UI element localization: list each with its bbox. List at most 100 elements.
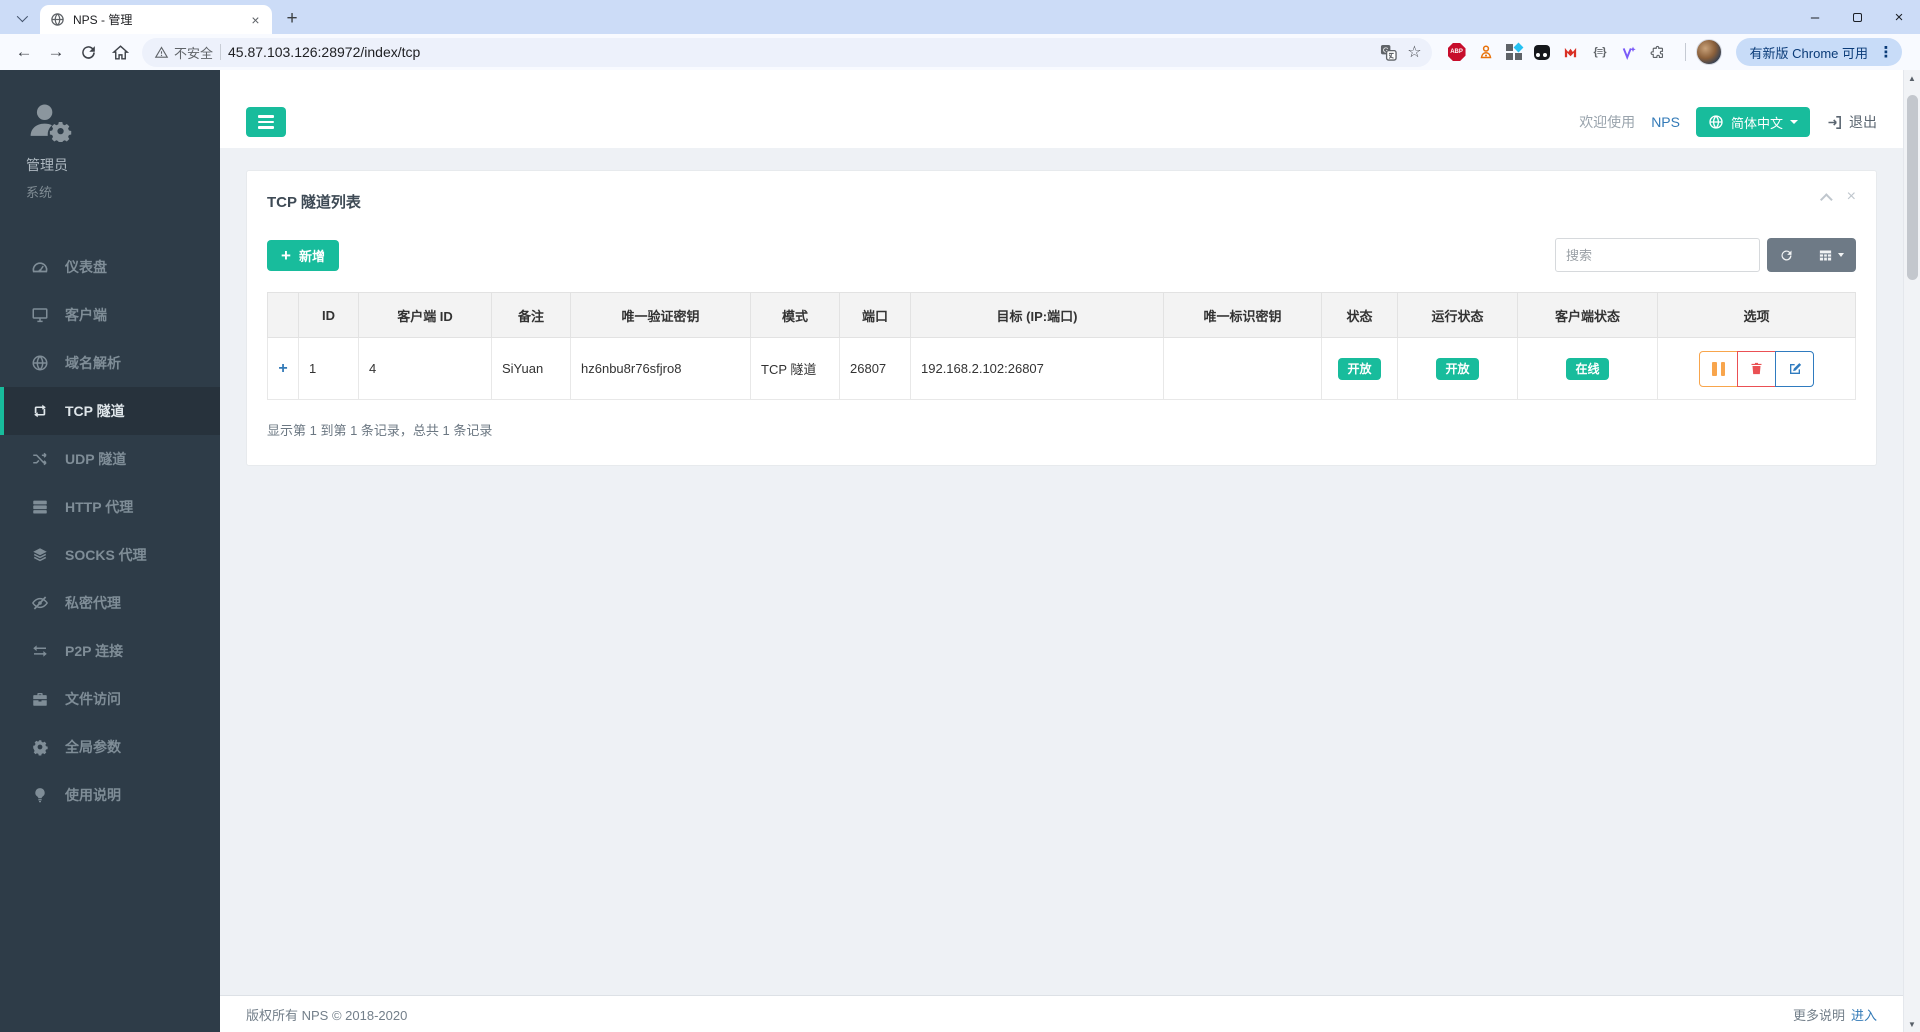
sidebar-item-secret-proxy[interactable]: 私密代理 <box>0 579 220 627</box>
browser-tab[interactable]: NPS - 管理 × <box>40 5 272 34</box>
col-id[interactable]: ID <box>298 292 359 338</box>
col-verify-key[interactable]: 唯一验证密钥 <box>570 292 751 338</box>
col-client-id[interactable]: 客户端 ID <box>358 292 492 338</box>
new-tab-button[interactable]: + <box>278 5 306 33</box>
scrollbar-thumb[interactable] <box>1906 95 1918 280</box>
squares-extension-icon[interactable] <box>1505 42 1523 60</box>
status-badge: 开放 <box>1338 357 1381 380</box>
col-target[interactable]: 目标 (IP:端口) <box>910 292 1164 338</box>
chrome-update-button[interactable]: 有新版 Chrome 可用 ⋮ <box>1735 38 1902 66</box>
sidebar-toggle-button[interactable] <box>246 107 286 137</box>
brand-link[interactable]: NPS <box>1651 114 1680 130</box>
sidebar-item-udp-tunnel[interactable]: UDP 隧道 <box>0 435 220 483</box>
browser-menu-icon[interactable]: ⋮ <box>1874 40 1898 64</box>
sidebar-item-label: 全局参数 <box>65 739 121 755</box>
warning-icon <box>154 45 169 58</box>
extensions-puzzle-icon[interactable] <box>1649 43 1667 61</box>
eye-slash-icon <box>30 594 50 612</box>
pause-tunnel-button[interactable] <box>1699 350 1738 387</box>
close-panel-icon[interactable]: × <box>1847 189 1856 205</box>
orange-extension-icon[interactable] <box>1477 43 1495 61</box>
chevron-down-icon <box>16 10 29 23</box>
col-options[interactable]: 选项 <box>1657 292 1856 338</box>
tunnel-table-wrap: ID 客户端 ID 备注 唯一验证密钥 模式 端口 目标 (IP:端口) 唯一标… <box>267 292 1856 400</box>
braces-extension-icon[interactable]: {≡} <box>1591 43 1609 61</box>
red-extension-icon[interactable] <box>1562 43 1580 61</box>
expand-row-icon[interactable]: + <box>278 360 287 377</box>
exchange-icon <box>30 642 50 660</box>
col-port[interactable]: 端口 <box>839 292 911 338</box>
shuffle-icon <box>30 450 50 468</box>
sidebar-item-dashboard[interactable]: 仪表盘 <box>0 243 220 291</box>
restore-button[interactable] <box>1836 0 1878 34</box>
sidebar-menu: 仪表盘 客户端 域名解析 TCP 隧道 UDP 隧道 HTTP 代理 SOCKS… <box>0 243 220 819</box>
sidebar-item-help[interactable]: 使用说明 <box>0 771 220 819</box>
profile-avatar[interactable] <box>1695 39 1722 65</box>
logout-label: 退出 <box>1849 114 1877 130</box>
cell-mode: TCP 隧道 <box>750 337 840 400</box>
col-remark[interactable]: 备注 <box>491 292 571 338</box>
forward-button[interactable]: → <box>42 38 70 66</box>
back-button[interactable]: ← <box>10 38 38 66</box>
close-button[interactable]: × <box>1878 0 1920 34</box>
search-input[interactable] <box>1555 238 1760 272</box>
translate-icon[interactable]: G <box>1380 44 1397 61</box>
refresh-button[interactable] <box>1767 238 1806 272</box>
col-expand[interactable] <box>267 292 299 338</box>
duck-extension-icon[interactable] <box>1533 43 1551 61</box>
sidebar-item-tcp-tunnel[interactable]: TCP 隧道 <box>0 387 220 435</box>
logout-button[interactable]: 退出 <box>1826 112 1877 132</box>
pagination-info: 显示第 1 到第 1 条记录，总共 1 条记录 <box>267 423 493 438</box>
scrollbar[interactable]: ▲ ▼ <box>1903 70 1920 1032</box>
sidebar-item-p2p[interactable]: P2P 连接 <box>0 627 220 675</box>
copyright-text: 版权所有 NPS © 2018-2020 <box>246 1007 408 1023</box>
address-bar[interactable]: 不安全 45.87.103.126:28972/index/tcp G ☆ <box>142 37 1432 67</box>
columns-icon <box>1819 250 1832 260</box>
table-tools-group <box>1767 238 1856 272</box>
user-role: 系统 <box>26 185 53 200</box>
tab-close-icon[interactable]: × <box>247 11 264 28</box>
reload-button[interactable] <box>74 38 102 66</box>
sidebar-item-global-params[interactable]: 全局参数 <box>0 723 220 771</box>
tab-title: NPS - 管理 <box>73 13 133 27</box>
main-content: 欢迎使用 NPS 简体中文 退出 TCP 隧道列表 × + 新增 搜索 ID 客… <box>220 70 1903 1032</box>
tab-search-button[interactable] <box>8 7 34 29</box>
sidebar-item-file-access[interactable]: 文件访问 <box>0 675 220 723</box>
security-chip[interactable]: 不安全 <box>154 43 213 62</box>
sidebar-item-label: TCP 隧道 <box>65 403 125 419</box>
sidebar-item-label: SOCKS 代理 <box>65 547 147 563</box>
window-controls: – × <box>1794 0 1920 34</box>
adblock-extension-icon[interactable]: ABP <box>1447 43 1466 61</box>
sidebar-item-clients[interactable]: 客户端 <box>0 291 220 339</box>
language-dropdown-button[interactable]: 简体中文 <box>1695 107 1810 137</box>
sidebar-item-http-proxy[interactable]: HTTP 代理 <box>0 483 220 531</box>
col-mode[interactable]: 模式 <box>750 292 840 338</box>
sidebar-item-socks-proxy[interactable]: SOCKS 代理 <box>0 531 220 579</box>
columns-button[interactable] <box>1806 238 1856 272</box>
top-navbar: 欢迎使用 NPS 简体中文 退出 <box>220 70 1903 148</box>
purple-extension-icon[interactable] <box>1620 43 1638 61</box>
server-icon <box>30 498 50 516</box>
bookmark-star-icon[interactable]: ☆ <box>1407 42 1421 62</box>
minimize-button[interactable]: – <box>1794 0 1836 34</box>
enter-link[interactable]: 进入 <box>1851 1008 1877 1023</box>
cell-target: 192.168.2.102:26807 <box>910 337 1164 400</box>
edit-tunnel-button[interactable] <box>1775 350 1814 387</box>
sidebar-item-label: P2P 连接 <box>65 643 124 659</box>
toolbar-divider <box>1684 43 1686 61</box>
add-tunnel-button[interactable]: + 新增 <box>267 239 339 271</box>
language-label: 简体中文 <box>1730 115 1783 131</box>
delete-tunnel-button[interactable] <box>1737 350 1776 387</box>
cell-verify-key: hz6nbu8r76sfjro8 <box>570 337 751 400</box>
sidebar-item-domains[interactable]: 域名解析 <box>0 339 220 387</box>
scroll-up-icon[interactable]: ▲ <box>1904 70 1920 86</box>
user-gear-avatar-icon <box>26 100 220 145</box>
browser-toolbar: ← → 不安全 45.87.103.126:28972/index/tcp G … <box>0 34 1920 70</box>
col-run-status[interactable]: 运行状态 <box>1397 292 1518 338</box>
home-button[interactable] <box>106 38 134 66</box>
scroll-down-icon[interactable]: ▼ <box>1904 1016 1920 1032</box>
col-unique-key[interactable]: 唯一标识密钥 <box>1163 292 1322 338</box>
omnibox-divider <box>220 44 222 60</box>
col-status[interactable]: 状态 <box>1321 292 1398 338</box>
col-client-status[interactable]: 客户端状态 <box>1517 292 1658 338</box>
